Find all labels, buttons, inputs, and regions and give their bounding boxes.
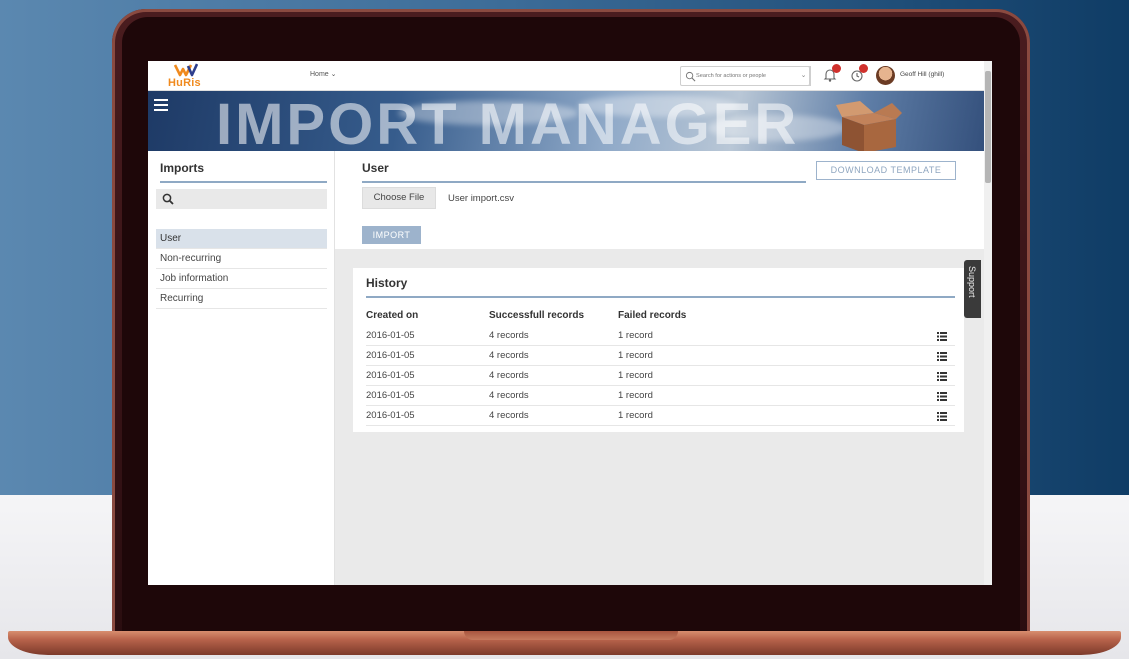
search-icon <box>162 193 174 205</box>
sidebar-title: Imports <box>160 161 327 183</box>
history-panel: History Created on Successfull records F… <box>353 268 964 432</box>
laptop-notch <box>464 631 678 640</box>
notifications-button[interactable] <box>822 64 841 83</box>
cell-created-on: 2016-01-05 <box>366 410 415 421</box>
page-banner: IMPORT MANAGER <box>148 91 984 151</box>
cell-failed-records: 1 record <box>618 410 653 421</box>
column-header-failed-records: Failed records <box>618 310 687 321</box>
cell-successful-records: 4 records <box>489 390 529 401</box>
tasks-button[interactable] <box>849 64 868 83</box>
cell-successful-records: 4 records <box>489 330 529 341</box>
table-row: 2016-01-05 4 records 1 record <box>366 406 955 426</box>
table-row: 2016-01-05 4 records 1 record <box>366 386 955 406</box>
cell-successful-records: 4 records <box>489 350 529 361</box>
search-input[interactable] <box>696 70 796 82</box>
user-name[interactable]: Geoff Hill (ghill) <box>900 71 944 78</box>
list-details-icon[interactable] <box>937 332 947 341</box>
chevron-down-icon: ⌄ <box>800 72 807 79</box>
history-table: Created on Successfull records Failed re… <box>366 306 955 426</box>
page-title: IMPORT MANAGER <box>216 92 800 152</box>
menu-icon[interactable] <box>154 99 168 111</box>
app-logo[interactable]: HuRis <box>168 63 204 91</box>
list-details-icon[interactable] <box>937 392 947 401</box>
search-icon <box>685 71 696 82</box>
global-search[interactable] <box>680 66 810 86</box>
page-scrollbar[interactable] <box>984 61 992 585</box>
sidebar-item-job-information[interactable]: Job information <box>156 269 327 289</box>
table-header: Created on Successfull records Failed re… <box>366 306 955 326</box>
top-bar: HuRis Home ⌄ ⌄ <box>148 61 984 91</box>
list-details-icon[interactable] <box>937 372 947 381</box>
sidebar: Imports User Non-recurring Job informati… <box>148 151 335 585</box>
cell-created-on: 2016-01-05 <box>366 390 415 401</box>
user-import-panel: User DOWNLOAD TEMPLATE Choose File User … <box>335 151 984 249</box>
column-header-successful-records: Successfull records <box>489 310 585 321</box>
tasks-badge <box>859 64 868 73</box>
import-button[interactable]: IMPORT <box>362 226 421 244</box>
cell-created-on: 2016-01-05 <box>366 350 415 361</box>
sidebar-item-recurring[interactable]: Recurring <box>156 289 327 309</box>
list-details-icon[interactable] <box>937 352 947 361</box>
cell-successful-records: 4 records <box>489 410 529 421</box>
support-tab[interactable]: Support <box>964 260 981 318</box>
download-template-button[interactable]: DOWNLOAD TEMPLATE <box>816 161 956 180</box>
choose-file-button[interactable]: Choose File <box>362 187 436 209</box>
table-row: 2016-01-05 4 records 1 record <box>366 326 955 346</box>
cell-failed-records: 1 record <box>618 390 653 401</box>
cell-successful-records: 4 records <box>489 370 529 381</box>
import-type-list: User Non-recurring Job information Recur… <box>156 229 327 309</box>
chevron-down-icon: ⌄ <box>330 71 337 78</box>
table-row: 2016-01-05 4 records 1 record <box>366 366 955 386</box>
selected-file-name: User import.csv <box>448 193 514 204</box>
history-title: History <box>366 276 955 298</box>
cardboard-box-icon <box>836 101 902 151</box>
cell-failed-records: 1 record <box>618 370 653 381</box>
app-screen: HuRis Home ⌄ ⌄ <box>148 61 992 585</box>
main-content: User DOWNLOAD TEMPLATE Choose File User … <box>335 151 984 585</box>
home-menu-label: Home <box>310 71 329 78</box>
table-row: 2016-01-05 4 records 1 record <box>366 346 955 366</box>
cell-failed-records: 1 record <box>618 330 653 341</box>
column-header-created-on: Created on <box>366 310 419 321</box>
logo-mark-icon <box>174 63 198 77</box>
section-title: User <box>362 161 806 183</box>
cell-failed-records: 1 record <box>618 350 653 361</box>
list-details-icon[interactable] <box>937 412 947 421</box>
logo-text: HuRis <box>168 77 201 89</box>
support-tab-label: Support <box>967 266 977 298</box>
sidebar-search[interactable] <box>156 189 327 209</box>
scrollbar-thumb[interactable] <box>985 71 991 183</box>
cell-created-on: 2016-01-05 <box>366 370 415 381</box>
notification-badge <box>832 64 841 73</box>
sidebar-item-non-recurring[interactable]: Non-recurring <box>156 249 327 269</box>
search-dropdown-toggle[interactable]: ⌄ <box>797 66 811 86</box>
home-menu[interactable]: Home ⌄ <box>310 70 337 78</box>
avatar[interactable] <box>876 66 895 85</box>
sidebar-item-user[interactable]: User <box>156 229 327 249</box>
cell-created-on: 2016-01-05 <box>366 330 415 341</box>
